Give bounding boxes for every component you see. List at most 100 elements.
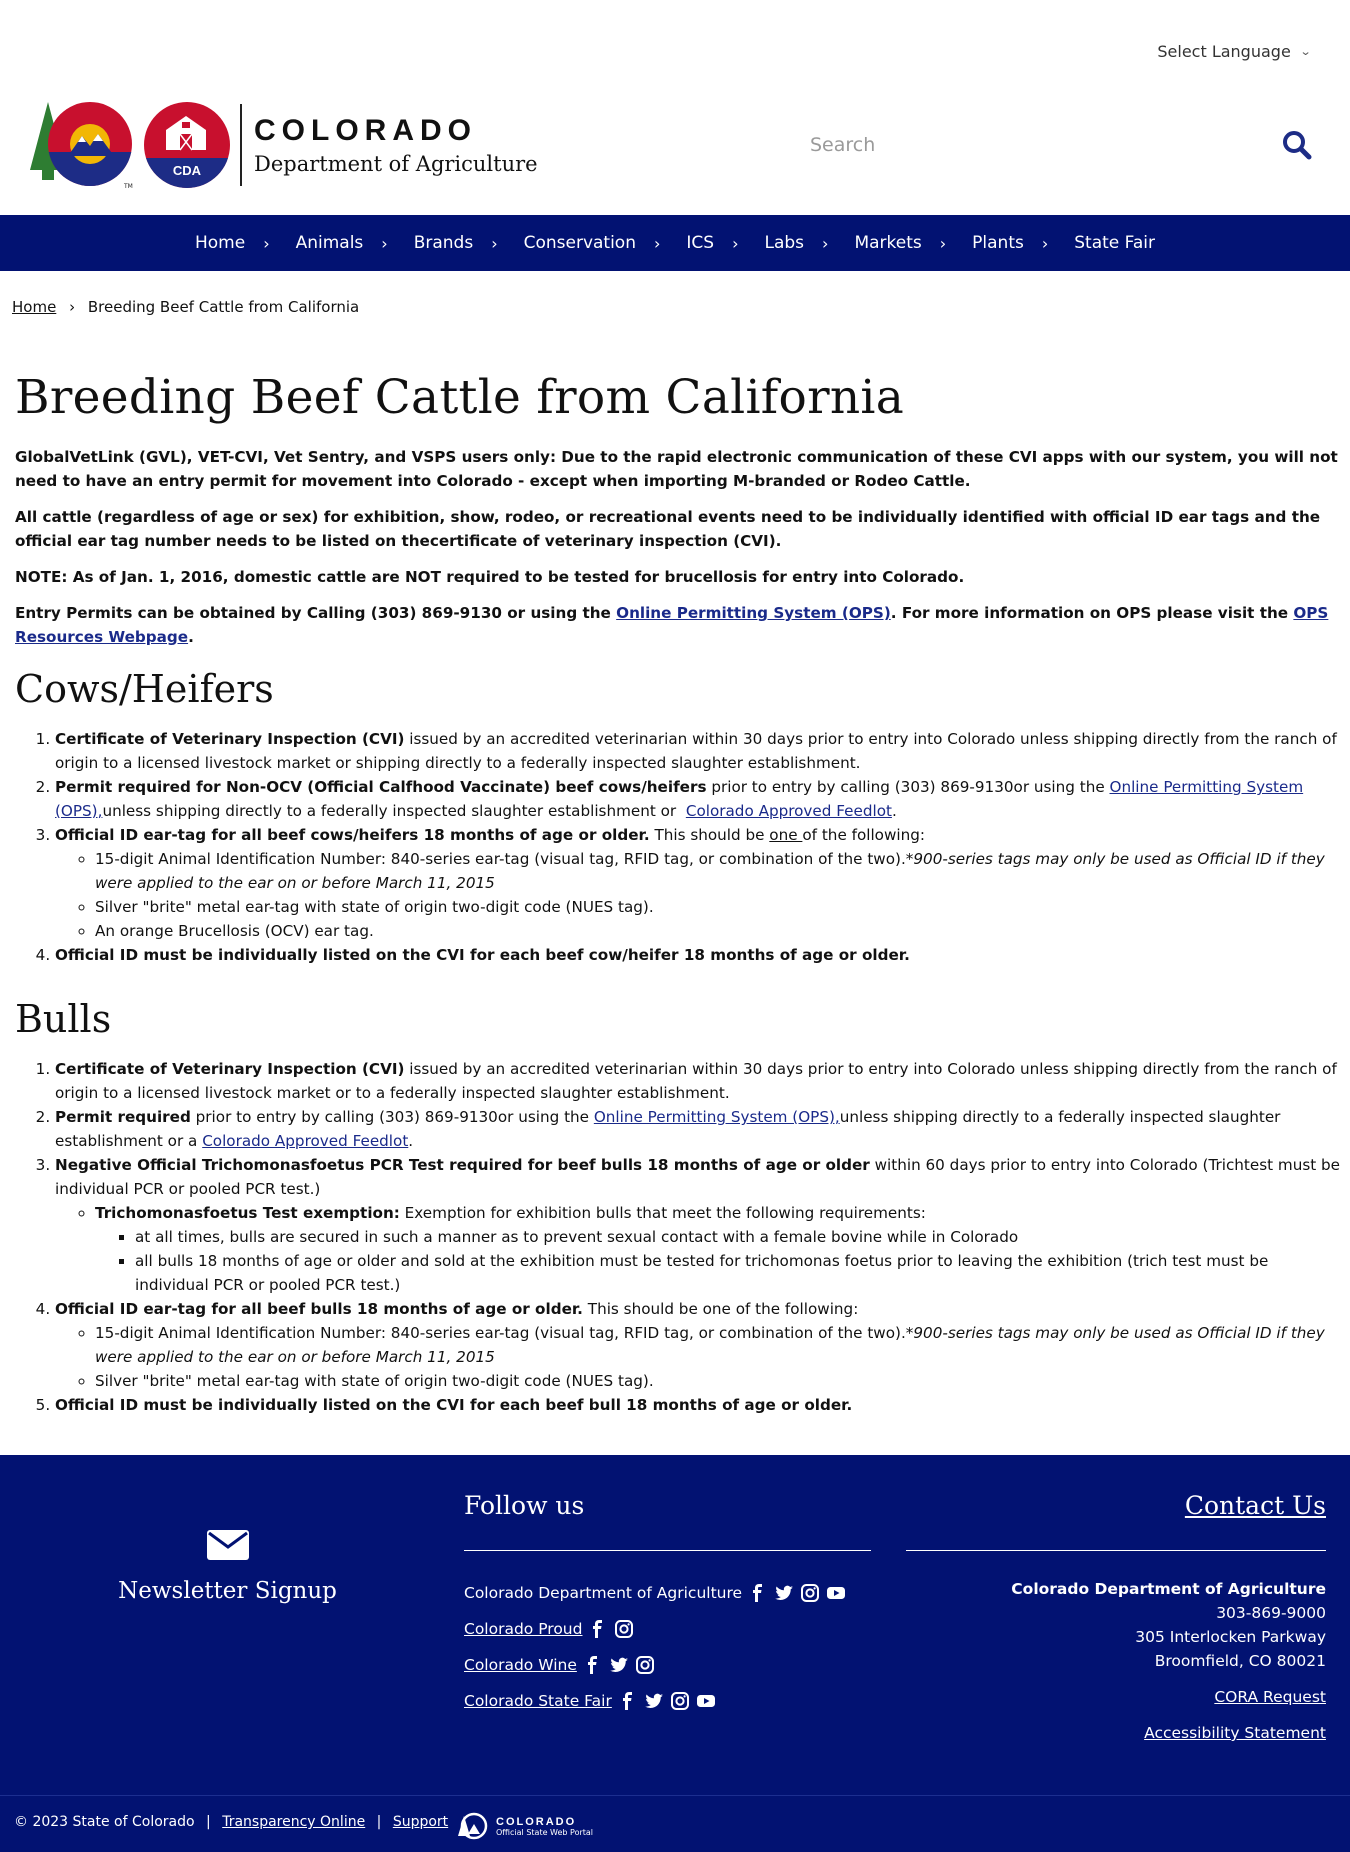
breadcrumb-current: Breeding Beef Cattle from California (87, 298, 360, 316)
breadcrumb-home-link[interactable]: Home (12, 298, 56, 316)
item-text: . (891, 802, 897, 820)
list-item: Official ID must be individually listed … (55, 1393, 1340, 1417)
list-item: Trichomonasfoetus Test exemption: Exempt… (95, 1201, 1340, 1297)
chevron-right-icon: › (822, 233, 829, 253)
item-text: 15-digit Animal Identification Number: 8… (95, 850, 906, 868)
support-link[interactable]: Support (393, 1814, 448, 1830)
nav-item-brands[interactable]: Brands › (414, 233, 498, 253)
instagram-icon[interactable] (635, 1655, 655, 1675)
twitter-icon[interactable] (609, 1655, 629, 1675)
twitter-icon[interactable] (774, 1583, 794, 1603)
cora-request-link[interactable]: CORA Request (1214, 1688, 1326, 1706)
breadcrumb-separator: › (69, 298, 76, 316)
nav-item-conservation[interactable]: Conservation › (524, 233, 661, 253)
logo-department-name: Department of Agriculture (254, 152, 538, 176)
ops-link[interactable]: Online Permitting System (OPS), (594, 1108, 840, 1126)
item-text: prior to entry by calling (303) 869-9130… (706, 778, 1110, 796)
intro-paragraph-1: GlobalVetLink (GVL), VET-CVI, Vet Sentry… (15, 448, 1338, 490)
item-bold: Official ID must be individually listed … (55, 1396, 853, 1414)
search-input[interactable] (800, 134, 1240, 156)
social-row: Colorado Proud (464, 1611, 871, 1647)
cda-text: CDA (144, 158, 230, 188)
main-content: Breeding Beef Cattle from California Glo… (15, 370, 1340, 1417)
nav-label: Brands (413, 233, 474, 253)
newsletter-signup[interactable]: Newsletter Signup (0, 1530, 455, 1604)
feedlot-link[interactable]: Colorado Approved Feedlot (202, 1132, 408, 1150)
list-item: Permit required for Non-OCV (Official Ca… (55, 775, 1340, 823)
contact-phone: 303-869-9000 (1216, 1604, 1326, 1622)
chevron-right-icon: › (263, 233, 270, 253)
site-logo[interactable]: TM CDA COLORADO Department of Agricultur… (28, 100, 538, 190)
colorado-state-fair-link[interactable]: Colorado State Fair (464, 1692, 612, 1710)
chevron-right-icon: › (491, 233, 498, 253)
nav-item-home[interactable]: Home › (195, 233, 270, 253)
contact-address-line-2: Broomfield, CO 80021 (1154, 1652, 1326, 1670)
nav-label: Markets (854, 233, 922, 253)
item-bold: Official ID ear-tag for all beef cows/he… (55, 826, 650, 844)
nav-item-plants[interactable]: Plants › (972, 233, 1048, 253)
sub-footer: © 2023 State of Colorado | Transparency … (0, 1795, 1350, 1852)
nav-item-state-fair[interactable]: State Fair (1074, 233, 1155, 253)
contact-section: Contact Us Colorado Department of Agricu… (906, 1491, 1326, 1745)
sub-list: 15-digit Animal Identification Number: 8… (55, 847, 1340, 943)
nav-label: State Fair (1074, 233, 1156, 253)
nav-item-ics[interactable]: ICS › (686, 233, 738, 253)
facebook-icon[interactable] (588, 1619, 608, 1639)
item-bold: Certificate of Veterinary Inspection (CV… (55, 1060, 405, 1078)
svg-text:TM: TM (123, 183, 133, 190)
facebook-icon[interactable] (583, 1655, 603, 1675)
colorado-wine-link[interactable]: Colorado Wine (464, 1656, 577, 1674)
feedlot-link[interactable]: Colorado Approved Feedlot (686, 802, 892, 820)
list-item: 15-digit Animal Identification Number: 8… (95, 1321, 1340, 1369)
sub-list: Trichomonasfoetus Test exemption: Exempt… (55, 1201, 1340, 1297)
nav-item-labs[interactable]: Labs › (765, 233, 829, 253)
nav-item-markets[interactable]: Markets › (854, 233, 946, 253)
chevron-right-icon: › (1041, 233, 1049, 253)
colorado-logo-icon: TM (28, 100, 138, 190)
list-item: Certificate of Veterinary Inspection (CV… (55, 727, 1340, 775)
intro-paragraph-2: All cattle (regardless of age or sex) fo… (15, 508, 1321, 550)
social-row: Colorado State Fair (464, 1683, 871, 1719)
colorado-proud-link[interactable]: Colorado Proud (464, 1620, 582, 1638)
item-text: prior to entry by calling (303) 869-9130… (190, 1108, 594, 1126)
list-item: Negative Official Trichomonasfoetus PCR … (55, 1153, 1340, 1297)
bulls-heading: Bulls (15, 997, 112, 1041)
item-text: This should be one of the following: (582, 1300, 859, 1318)
contact-us-link[interactable]: Contact Us (1185, 1491, 1326, 1520)
pipe-separator: | (376, 1814, 382, 1830)
contact-org: Colorado Department of Agriculture (1011, 1580, 1326, 1598)
state-portal-logo[interactable]: COLORADO Official State Web Portal (454, 1812, 593, 1840)
nav-label: Labs (764, 233, 805, 253)
nav-item-animals[interactable]: Animals › (296, 233, 388, 253)
instagram-icon[interactable] (800, 1583, 820, 1603)
chevron-right-icon: › (654, 233, 661, 253)
social-icons (618, 1691, 716, 1711)
accessibility-statement-link[interactable]: Accessibility Statement (1144, 1724, 1326, 1742)
facebook-icon[interactable] (748, 1583, 768, 1603)
nav-label: ICS (686, 233, 715, 253)
sub-list: 15-digit Animal Identification Number: 8… (55, 1321, 1340, 1393)
youtube-icon[interactable] (826, 1583, 846, 1603)
list-item: Official ID must be individually listed … (55, 943, 1340, 967)
youtube-icon[interactable] (696, 1691, 716, 1711)
twitter-icon[interactable] (644, 1691, 664, 1711)
instagram-icon[interactable] (614, 1619, 634, 1639)
ops-link[interactable]: Online Permitting System (OPS) (616, 604, 891, 622)
search-icon[interactable] (1282, 130, 1312, 160)
main-nav: Home › Animals › Brands › Conservation › ICS… (0, 215, 1350, 271)
language-selector[interactable]: Select Language ⌄ (1157, 42, 1311, 61)
chevron-right-icon: › (732, 233, 739, 253)
newsletter-label: Newsletter Signup (118, 1578, 337, 1604)
permit-paragraph: Entry Permits can be obtained by Calling… (15, 601, 1340, 649)
bulls-list: Certificate of Veterinary Inspection (CV… (15, 1057, 1340, 1417)
logo-state-name: COLORADO (254, 114, 477, 147)
facebook-icon[interactable] (618, 1691, 638, 1711)
transparency-online-link[interactable]: Transparency Online (222, 1814, 365, 1830)
social-icons (583, 1655, 655, 1675)
logo-divider (240, 104, 242, 186)
chevron-right-icon: › (381, 233, 388, 253)
item-bold: Negative Official Trichomonasfoetus PCR … (55, 1156, 870, 1174)
permit-text: Entry Permits can be obtained by Calling… (15, 604, 617, 622)
instagram-icon[interactable] (670, 1691, 690, 1711)
social-row: Colorado Wine (464, 1647, 871, 1683)
